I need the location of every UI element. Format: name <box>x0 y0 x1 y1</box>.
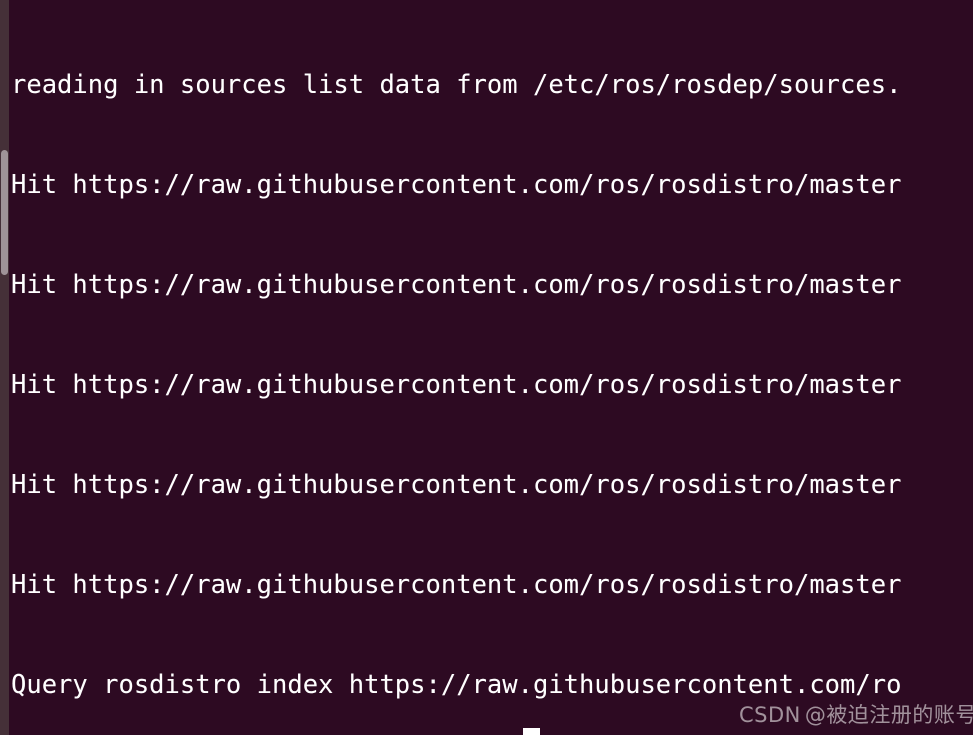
terminal-window: reading in sources list data from /etc/r… <box>0 0 973 735</box>
terminal-line: Hit https://raw.githubusercontent.com/ro… <box>11 469 902 500</box>
terminal-line: Query rosdistro index https://raw.github… <box>11 669 902 700</box>
vertical-scrollbar-track[interactable] <box>0 0 9 735</box>
terminal-line: Hit https://raw.githubusercontent.com/ro… <box>11 269 902 300</box>
terminal-line: Hit https://raw.githubusercontent.com/ro… <box>11 169 902 200</box>
terminal-line: Hit https://raw.githubusercontent.com/ro… <box>11 369 902 400</box>
terminal-line: reading in sources list data from /etc/r… <box>11 69 902 100</box>
vertical-scrollbar-thumb[interactable] <box>1 150 8 275</box>
terminal-line: Hit https://raw.githubusercontent.com/ro… <box>11 569 902 600</box>
terminal-output[interactable]: reading in sources list data from /etc/r… <box>9 0 973 735</box>
terminal-cursor <box>523 728 540 735</box>
